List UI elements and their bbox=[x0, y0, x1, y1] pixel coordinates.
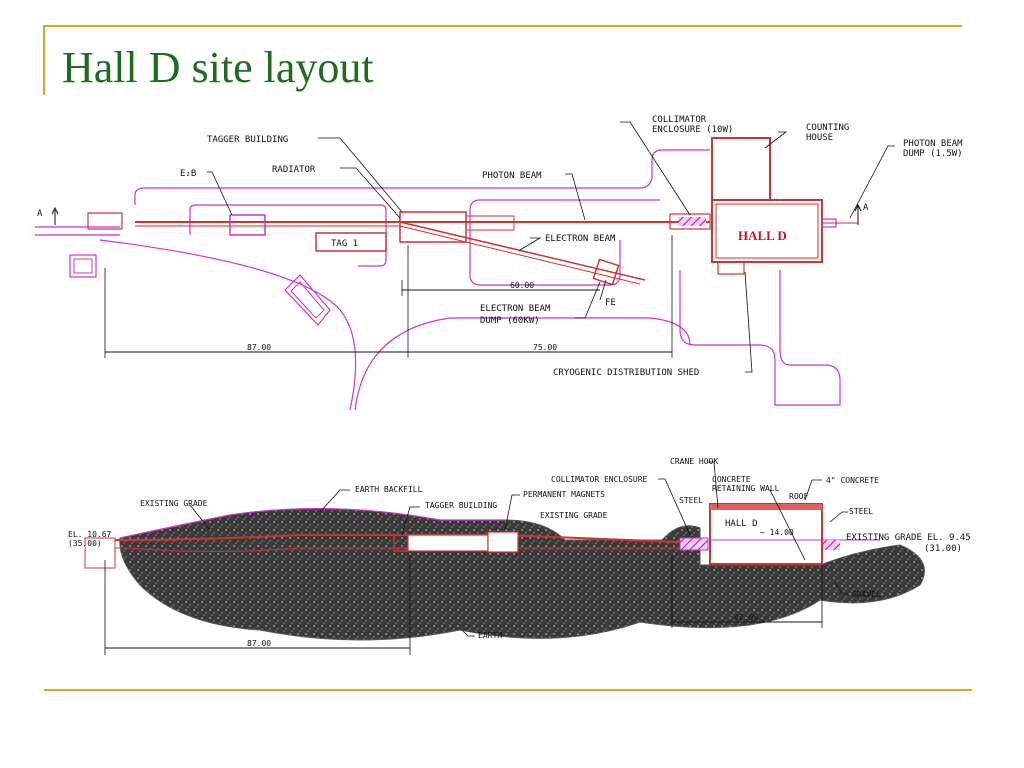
dim-14: ~ 14.00 bbox=[760, 528, 794, 537]
dim-75: 75.00 bbox=[533, 343, 557, 352]
label-hall-d-section: HALL D bbox=[725, 519, 758, 529]
plan-view: TAGGER BUILDING RADIATOR E₂B PHOTON BEAM… bbox=[35, 115, 963, 411]
dim-87-plan: 87.00 bbox=[247, 343, 271, 352]
label-fe: FE bbox=[605, 298, 616, 308]
label-photon-dump: PHOTON BEAM bbox=[903, 139, 963, 149]
site-layout-diagram: TAGGER BUILDING RADIATOR E₂B PHOTON BEAM… bbox=[35, 115, 971, 655]
label-tagger-building: TAGGER BUILDING bbox=[207, 135, 288, 145]
label-cryo: CRYOGENIC DISTRIBUTION SHED bbox=[553, 368, 699, 378]
label-collimator-section: COLLIMATOR ENCLOSURE bbox=[551, 475, 648, 484]
label-el-right: EXISTING GRADE EL. 9.45 bbox=[846, 533, 971, 543]
label-tagger-building-section: TAGGER BUILDING bbox=[425, 501, 497, 510]
dim-42: 42.00 bbox=[734, 613, 758, 622]
label-photon-dump-2: DUMP (1.5W) bbox=[903, 149, 963, 159]
label-roof: ROOF bbox=[789, 492, 808, 501]
label-counting: COUNTING bbox=[806, 123, 849, 133]
label-e2b: E₂B bbox=[180, 169, 196, 179]
label-existing-grade: EXISTING GRADE bbox=[140, 499, 208, 508]
label-earth: EARTH bbox=[478, 631, 502, 640]
label-electron-beam: ELECTRON BEAM bbox=[545, 234, 616, 244]
bottom-rule bbox=[44, 689, 972, 691]
section-marker-right: A bbox=[863, 203, 869, 213]
label-4in-concrete: 4" CONCRETE bbox=[826, 476, 879, 485]
section-marker-left: A bbox=[37, 209, 43, 219]
label-retaining-wall: RETAINING WALL bbox=[712, 484, 780, 493]
label-permanent-magnets: PERMANENT MAGNETS bbox=[523, 490, 605, 499]
label-hall-d: HALL D bbox=[738, 228, 787, 243]
label-photon-beam: PHOTON BEAM bbox=[482, 171, 542, 181]
label-radiator: RADIATOR bbox=[272, 165, 316, 175]
label-crane-hook: CRANE HOOK bbox=[670, 457, 718, 466]
dim-60: 60.00 bbox=[510, 281, 534, 290]
label-el-left-2: (35.00) bbox=[68, 539, 102, 548]
label-collimator: COLLIMATOR bbox=[652, 115, 707, 125]
label-tag1: TAG 1 bbox=[331, 239, 358, 249]
label-collimator-2: ENCLOSURE (10W) bbox=[652, 125, 733, 135]
dim-87-section: 87.00 bbox=[247, 639, 271, 648]
label-steel-right: STEEL bbox=[849, 507, 873, 516]
label-el-left: EL. 10.67 bbox=[68, 530, 112, 539]
label-gravel: GRAVEL bbox=[852, 590, 881, 599]
label-edump-2: DUMP (60KW) bbox=[480, 316, 540, 326]
label-edump: ELECTRON BEAM bbox=[480, 304, 551, 314]
section-view: EXISTING GRADE EARTH BACKFILL TAGGER BUI… bbox=[68, 457, 971, 655]
label-el-right-2: (31.00) bbox=[924, 544, 962, 554]
label-existing-grade-2: EXISTING GRADE bbox=[540, 511, 608, 520]
label-earth-backfill: EARTH BACKFILL bbox=[355, 485, 423, 494]
label-concrete: CONCRETE bbox=[712, 475, 751, 484]
label-steel-left: STEEL bbox=[679, 496, 703, 505]
label-house: HOUSE bbox=[806, 133, 833, 143]
